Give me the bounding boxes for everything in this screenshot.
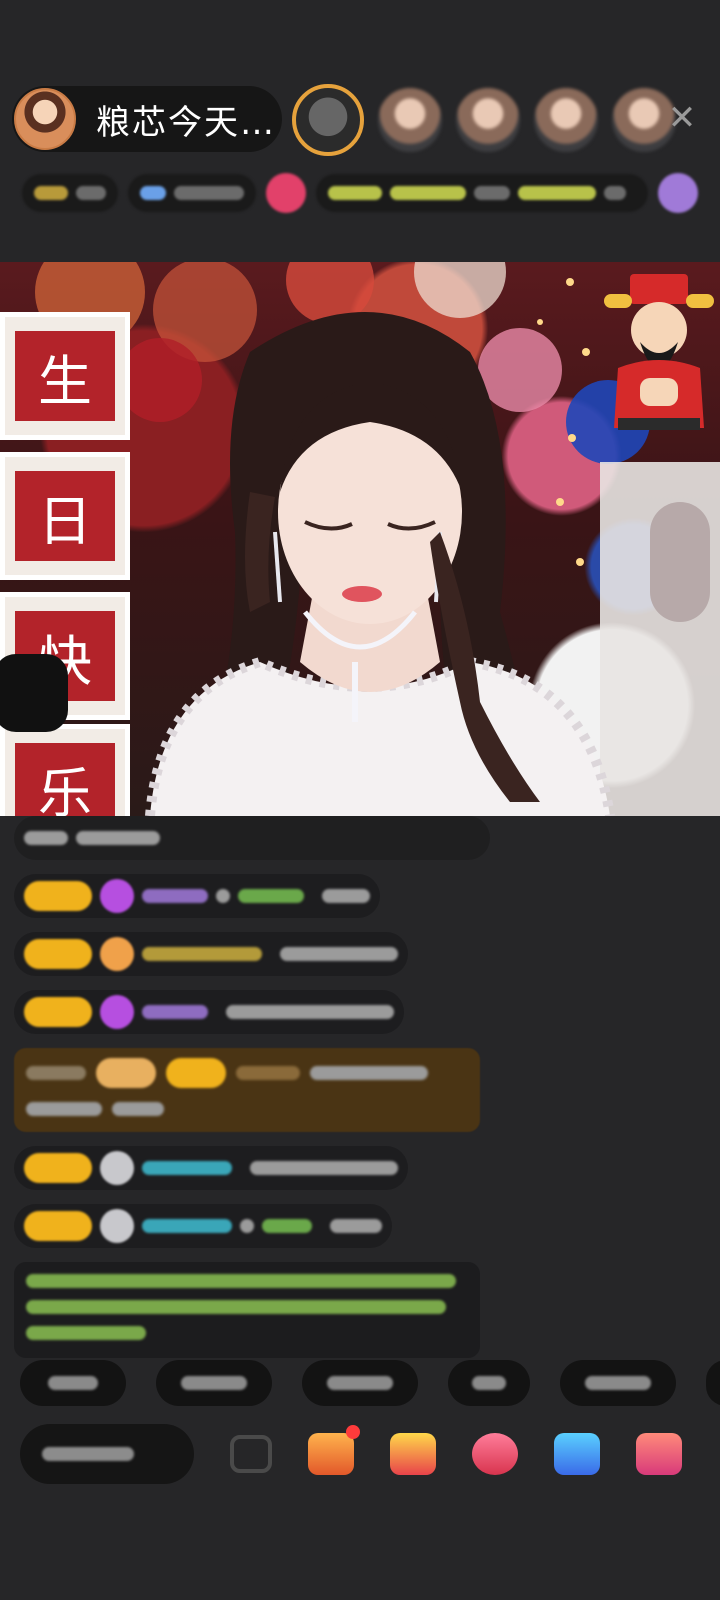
streamer-avatar[interactable] (14, 88, 76, 150)
birthday-sign-char: 乐 (0, 724, 130, 816)
streamer-figure (145, 312, 615, 816)
streamer-info-pill[interactable]: 粮芯今天… (12, 86, 282, 152)
birthday-sign-char: 生 (0, 312, 130, 440)
viewer-avatar[interactable] (292, 84, 364, 156)
quick-action-chip[interactable] (302, 1360, 418, 1406)
gift-box-icon[interactable] (636, 1433, 682, 1475)
chat-message[interactable] (14, 990, 404, 1034)
event-icon[interactable] (308, 1425, 360, 1475)
highlighted-chat-message[interactable] (14, 1048, 480, 1132)
stream-badges-row (22, 172, 698, 214)
quick-action-chip[interactable] (156, 1360, 272, 1406)
system-message (14, 816, 490, 860)
announcement-ticker[interactable] (316, 174, 648, 212)
game-icon[interactable] (554, 1433, 600, 1475)
viewer-avatar[interactable] (534, 88, 598, 152)
bottom-toolbar (20, 1422, 720, 1486)
chat-message[interactable] (14, 932, 408, 976)
quick-action-chip[interactable] (20, 1360, 126, 1406)
heart-gift-icon[interactable] (472, 1433, 518, 1475)
chat-input[interactable] (20, 1424, 194, 1484)
room-notice (14, 1262, 480, 1358)
quick-action-chip[interactable] (448, 1360, 530, 1406)
microphone (0, 654, 68, 732)
chat-message[interactable] (14, 1204, 392, 1248)
birthday-sign-char: 日 (0, 452, 130, 580)
more-icon[interactable] (230, 1435, 272, 1473)
quick-actions-row (20, 1360, 720, 1406)
close-icon[interactable]: ✕ (664, 100, 700, 136)
viewer-avatar[interactable] (456, 88, 520, 152)
quick-action-chip[interactable] (560, 1360, 676, 1406)
fan-club-icon[interactable] (266, 173, 306, 213)
live-video[interactable]: 生 日 快 乐 (0, 262, 720, 816)
streamer-name: 粮芯今天… (96, 102, 276, 143)
popularity-badge[interactable] (128, 174, 256, 212)
god-of-wealth-sticker (604, 274, 714, 430)
gift-icon[interactable] (390, 1433, 436, 1475)
notification-dot (346, 1425, 360, 1439)
rank-badge[interactable] (22, 174, 118, 212)
chat-feed (14, 816, 490, 1358)
viewer-avatar[interactable] (378, 88, 442, 152)
quick-action-chip[interactable] (706, 1360, 720, 1406)
top-viewers-list (292, 84, 690, 156)
chat-message[interactable] (14, 874, 380, 918)
chat-message[interactable] (14, 1146, 408, 1190)
activity-icon[interactable] (658, 173, 698, 213)
